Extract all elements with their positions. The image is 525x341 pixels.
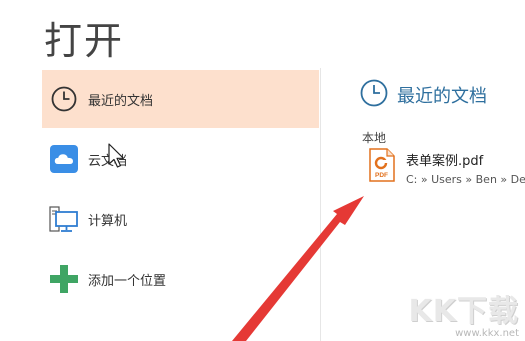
nav-item-label: 添加一个位置 xyxy=(88,273,167,289)
nav-item-add-location[interactable]: 添加一个位置 xyxy=(42,250,319,308)
file-name: 表单案例.pdf xyxy=(406,154,484,169)
recent-documents-title: 最近的文档 xyxy=(397,86,487,107)
file-path: C: » Users » Ben » Desktop xyxy=(406,173,525,186)
page-title: 打开 xyxy=(44,19,125,63)
recent-file-item[interactable]: PDF 表单案例.pdf C: » Users » Ben » Desktop xyxy=(369,148,525,192)
clock-icon xyxy=(48,83,80,115)
nav-item-label: 计算机 xyxy=(88,213,128,229)
nav-item-cloud-documents[interactable]: 云文档 xyxy=(42,130,319,188)
nav-item-computer[interactable]: 计算机 xyxy=(42,190,319,248)
watermark: KK下载 www.kkx.net xyxy=(409,286,520,339)
recent-documents-header: 最近的文档 xyxy=(359,78,487,112)
nav-item-label: 最近的文档 xyxy=(88,93,154,109)
section-label-local: 本地 xyxy=(362,131,387,145)
nav-item-recent-documents[interactable]: 最近的文档 xyxy=(42,70,319,128)
nav-item-label: 云文档 xyxy=(88,153,128,169)
computer-icon xyxy=(48,203,80,235)
clock-icon xyxy=(359,78,389,112)
pdf-file-icon: PDF xyxy=(369,148,395,182)
plus-icon xyxy=(48,263,80,295)
pdf-icon-text: PDF xyxy=(375,172,388,179)
watermark-logo: KK下载 xyxy=(408,294,519,329)
cloud-icon xyxy=(48,143,80,175)
